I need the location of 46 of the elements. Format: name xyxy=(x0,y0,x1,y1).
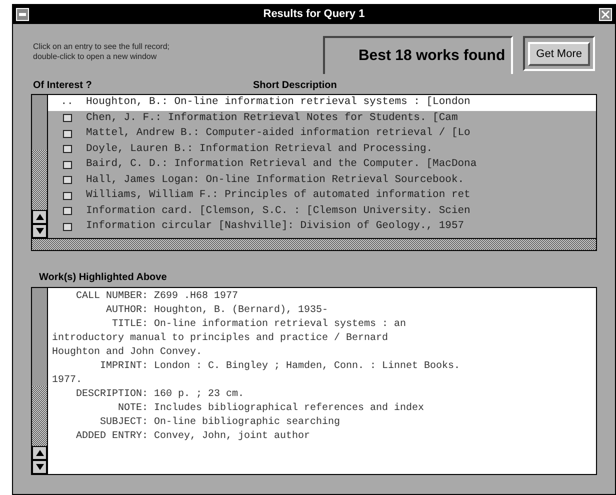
field-value: On-line bibliographic searching xyxy=(154,416,340,430)
field-label: NOTE: xyxy=(116,402,148,416)
window-menu-icon[interactable] xyxy=(16,8,29,21)
result-count-panel: Best 18 works found xyxy=(323,36,514,74)
field-label: SUBJECT: xyxy=(98,416,148,430)
row-text: Mattel, Andrew B.: Computer-aided information retrieval / [Lo xyxy=(86,126,470,141)
row-text: Baird, C. D.: Information Retrieval and the Computer. [MacDona xyxy=(86,157,477,172)
column-header: Of Interest ? xyxy=(33,79,93,92)
get-more-button[interactable]: Get More xyxy=(528,42,590,66)
close-icon[interactable] xyxy=(598,8,612,21)
detail-heading: Work(s) Highlighted Above xyxy=(39,272,167,284)
field-value: Convey, John, joint author xyxy=(154,430,310,444)
vertical-scrollbar[interactable] xyxy=(32,288,48,474)
instructions-text: Click on an entry to see the full record; double-click to open a new window xyxy=(33,42,171,62)
field-label: DESCRIPTION: xyxy=(74,388,148,402)
scroll-down-icon[interactable] xyxy=(32,224,47,238)
row-text: Doyle, Lauren B.: Information Retrieval and Processing. xyxy=(86,142,433,156)
field-value: On-line information retrieval systems : an xyxy=(154,318,406,332)
field-label: AUTHOR: xyxy=(104,304,148,318)
row-text: Information circular [Nashville]: Division of Geology., 1957 xyxy=(86,219,464,234)
field-value: Z699 .H68 1977 xyxy=(154,290,238,304)
field-value: London : C. Bingley ; Hamden, Conn. : Linnet Books. xyxy=(154,360,460,374)
row-text: Williams, William F.: Principles of automated information ret xyxy=(86,188,470,203)
field-value: Houghton, B. (Bernard), 1935- xyxy=(154,304,328,318)
field-value: 160 p. ; 23 cm. xyxy=(154,388,244,402)
column-header: Short Description xyxy=(253,79,337,92)
scroll-up-icon[interactable] xyxy=(32,210,47,224)
field-label: IMPRINT: xyxy=(98,360,148,374)
result-row[interactable]: .. Houghton, B.: On-line information retrieval systems : [London xyxy=(48,95,596,110)
field-label: ADDED ENTRY: xyxy=(74,430,148,444)
vertical-scrollbar[interactable] xyxy=(32,95,48,238)
row-marker: .. xyxy=(60,95,74,110)
row-text: Hall, James Logan: On-line Information Retrieval Sourcebook. xyxy=(86,172,464,188)
row-text: Chen, J. F.: Information Retrieval Notes for Students. [Cam xyxy=(86,110,458,126)
row-text: Houghton, B.: On-line information retrieval systems : [London xyxy=(86,95,470,110)
field-value-line: 1977. xyxy=(52,374,82,388)
field-value: Includes bibliographical references and index xyxy=(154,402,424,416)
field-value-line: introductory manual to principles and practice / Bernard xyxy=(52,332,388,346)
field-label: CALL NUMBER: xyxy=(74,290,148,304)
row-text: Information card. [Clemson, S.C. : [Clemson University. Scien xyxy=(86,204,470,218)
field-label: TITLE: xyxy=(110,318,148,332)
horizontal-scrollbar[interactable] xyxy=(32,238,596,250)
scroll-down-icon[interactable] xyxy=(32,460,47,474)
field-value-line: Houghton and John Convey. xyxy=(52,346,202,360)
scroll-up-icon[interactable] xyxy=(32,446,47,460)
window-title: Results for Query 1 xyxy=(263,7,365,22)
